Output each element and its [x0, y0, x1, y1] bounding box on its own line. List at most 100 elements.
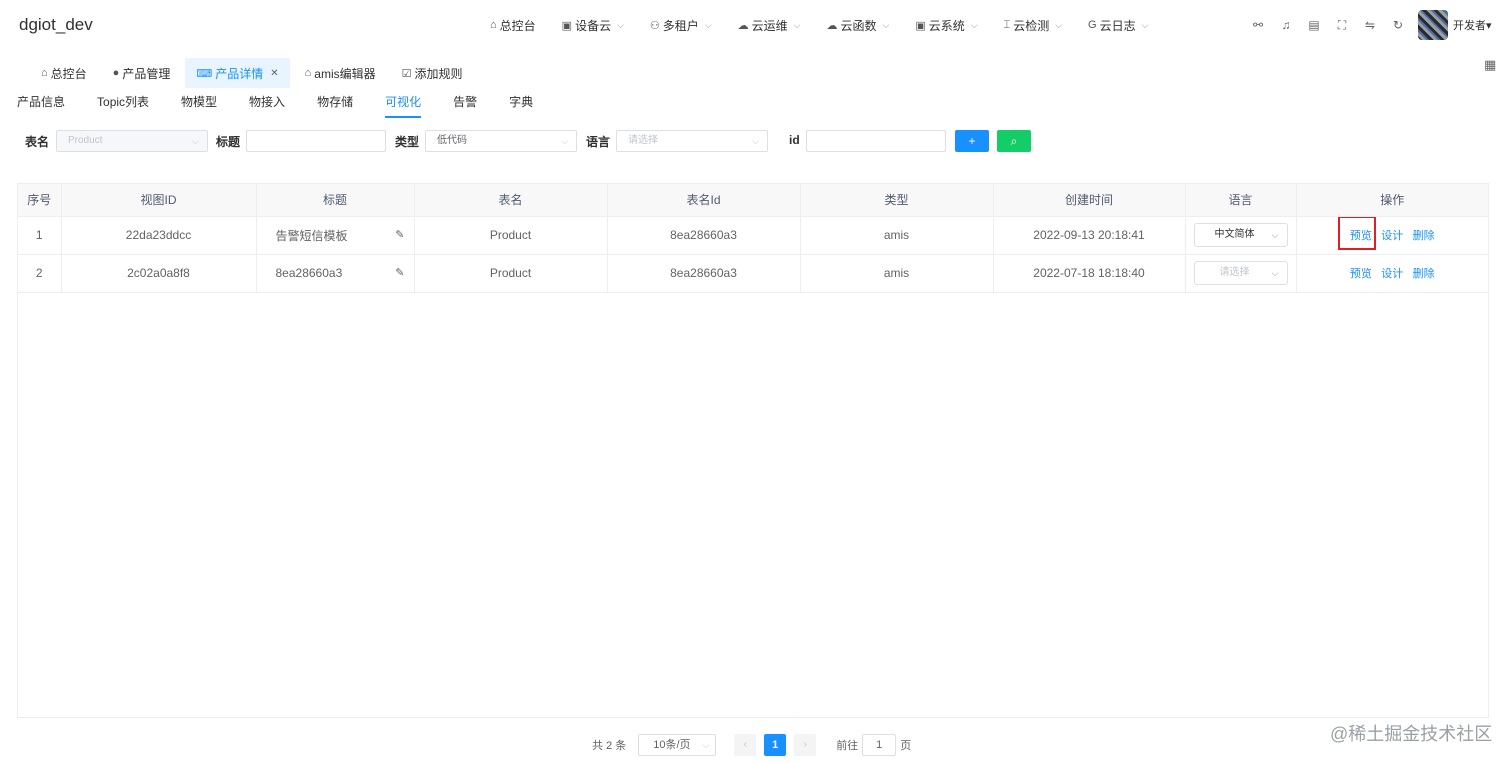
prev-page-button[interactable]: ‹ — [734, 734, 757, 756]
nav-item-cloud-test[interactable]: ⌶ 云检测 ⌵ — [1004, 0, 1062, 50]
filter-form: 表名 Product ⌵ 标题 类型 低代码 ⌵ 语言 请选择 ⌵ id + ⌕ — [25, 130, 1125, 152]
column-header: 标题 — [256, 184, 415, 217]
users-icon: ⚇ — [649, 19, 660, 32]
language-select[interactable]: 请选择 ⌵ — [1193, 261, 1288, 285]
table-header-row: 序号 视图ID 标题 表名 表名Id 类型 创建时间 语言 操作 — [18, 184, 1488, 217]
translate-icon[interactable]: ⇋ — [1356, 18, 1384, 32]
refresh-icon[interactable]: ↻ — [1384, 18, 1412, 32]
nav-tools: ⚯ ♫ ▤ ⛶ ⇋ ↻ 开发者▾ — [1244, 0, 1492, 50]
tree-icon[interactable]: ⚯ — [1244, 18, 1272, 32]
nav-item-tenants[interactable]: ⚇ 多租户 ⌵ — [650, 0, 712, 50]
user-menu[interactable]: 开发者▾ — [1453, 17, 1492, 33]
cloud-outline-icon: ☁ — [826, 19, 838, 32]
nav-item-device-cloud[interactable]: ▣ 设备云 ⌵ — [562, 0, 624, 50]
tag-label: 产品管理 — [122, 66, 171, 81]
tab-thing-model[interactable]: 物模型 — [181, 88, 217, 118]
cell-title: 8ea28660a3 ✎ — [256, 254, 415, 293]
bell-icon[interactable]: ♫ — [1272, 18, 1300, 32]
close-icon[interactable]: ✕ — [270, 68, 278, 79]
tag-dashboard[interactable]: ⌂ 总控台 — [30, 58, 98, 88]
nav-item-label: 云检测 — [1013, 18, 1050, 33]
nav-item-cloud-log[interactable]: G 云日志 ⌵ — [1088, 0, 1148, 50]
tag-add-rule[interactable]: ☑ 添加规则 — [391, 58, 474, 88]
chevron-right-icon: › — [803, 739, 807, 750]
caret-down-icon: ▾ — [1486, 20, 1492, 32]
language-label: 语言 — [586, 135, 611, 149]
language-placeholder: 请选择 — [1219, 267, 1250, 278]
page-size-value: 10条/页 — [653, 739, 691, 751]
grid-icon[interactable]: ▦ — [1484, 57, 1496, 73]
rule-icon: ☑ — [401, 67, 412, 80]
column-header: 操作 — [1296, 184, 1488, 217]
nav-item-cloud-system[interactable]: ▣ 云系统 ⌵ — [915, 0, 977, 50]
next-page-button[interactable]: › — [794, 734, 817, 756]
tag-label: 添加规则 — [414, 66, 463, 81]
code-icon: ⌨ — [196, 67, 213, 80]
chevron-down-icon: ⌵ — [970, 19, 978, 30]
nav-item-dashboard[interactable]: ⌂ 总控台 — [490, 0, 536, 50]
add-button[interactable]: + — [955, 130, 989, 152]
nav-item-label: 云系统 — [928, 18, 965, 33]
cell-view-id: 22da23ddcc — [61, 216, 257, 255]
edit-icon[interactable]: ✎ — [395, 266, 404, 279]
goto-prefix: 前往 — [836, 740, 859, 752]
preview-button[interactable]: 预览 — [1350, 268, 1372, 280]
pagination: 共 2 条 10条/页 ⌵ ‹ 1 › 前往 1 页 — [592, 734, 911, 756]
table-name-select[interactable]: Product ⌵ — [56, 130, 208, 152]
cloud-icon: ☁ — [737, 19, 749, 32]
cell-actions: 预览 设计 删除 — [1296, 216, 1488, 255]
home-icon: ⌂ — [41, 67, 48, 79]
edit-icon[interactable]: ✎ — [395, 228, 404, 241]
tab-dictionary[interactable]: 字典 — [509, 88, 533, 118]
cell-created: 2022-07-18 18:18:40 — [993, 254, 1186, 293]
delete-button[interactable]: 删除 — [1413, 230, 1435, 242]
tab-thing-storage[interactable]: 物存储 — [317, 88, 353, 118]
page-size-select[interactable]: 10条/页 ⌵ — [638, 734, 717, 756]
design-button[interactable]: 设计 — [1381, 268, 1403, 280]
cell-type: amis — [800, 254, 994, 293]
nav-item-label: 设备云 — [575, 18, 612, 33]
page-number[interactable]: 1 — [764, 734, 787, 756]
log-icon: G — [1088, 19, 1097, 31]
avatar[interactable] — [1418, 10, 1448, 40]
id-input[interactable] — [806, 130, 946, 152]
nav-item-label: 云运维 — [751, 18, 788, 33]
tab-thing-access[interactable]: 物接入 — [249, 88, 285, 118]
fullscreen-icon[interactable]: ⛶ — [1328, 18, 1356, 33]
nav-item-cloud-functions[interactable]: ☁ 云函数 ⌵ — [826, 0, 889, 50]
chevron-down-icon: ⌵ — [1271, 230, 1279, 240]
tab-product-info[interactable]: 产品信息 — [17, 88, 65, 118]
title-label: 标题 — [216, 135, 241, 149]
delete-button[interactable]: 删除 — [1413, 268, 1435, 280]
device-icon: ▣ — [561, 19, 573, 32]
tag-amis-editor[interactable]: ⌂ amis编辑器 — [294, 58, 387, 88]
chevron-down-icon: ⌵ — [702, 740, 710, 750]
title-input[interactable] — [246, 130, 386, 152]
goto-page-input[interactable]: 1 — [862, 734, 897, 756]
nav-item-cloud-ops[interactable]: ☁ 云运维 ⌵ — [738, 0, 801, 50]
document-icon[interactable]: ▤ — [1300, 18, 1328, 32]
tag-label: 产品详情 — [215, 66, 264, 81]
product-icon: ● — [112, 67, 120, 79]
tags-view: ⌂ 总控台 ● 产品管理 ⌨ 产品详情 ✕ ⌂ amis编辑器 ☑ 添加规则 — [30, 58, 478, 88]
column-header: 表名 — [414, 184, 608, 217]
user-name: 开发者 — [1453, 20, 1486, 32]
tag-product-management[interactable]: ● 产品管理 — [102, 58, 182, 88]
chevron-down-icon: ⌵ — [793, 19, 801, 30]
language-select[interactable]: 请选择 ⌵ — [616, 130, 768, 152]
language-placeholder: 请选择 — [628, 135, 658, 146]
table-name-label: 表名 — [25, 135, 50, 149]
tab-topic-list[interactable]: Topic列表 — [97, 88, 149, 118]
design-button[interactable]: 设计 — [1381, 230, 1403, 242]
cell-type: amis — [800, 216, 994, 255]
tab-alarm[interactable]: 告警 — [453, 88, 477, 118]
type-select[interactable]: 低代码 ⌵ — [425, 130, 577, 152]
preview-wrap: 预览 — [1337, 216, 1376, 250]
chevron-down-icon: ⌵ — [192, 136, 199, 146]
language-select[interactable]: 中文简体 ⌵ — [1193, 223, 1288, 247]
search-button[interactable]: ⌕ — [997, 130, 1031, 152]
cell-table: Product — [414, 254, 608, 293]
table-name-value: Product — [68, 135, 103, 146]
tab-visualization[interactable]: 可视化 — [385, 88, 422, 118]
tag-product-detail[interactable]: ⌨ 产品详情 ✕ — [185, 58, 290, 88]
